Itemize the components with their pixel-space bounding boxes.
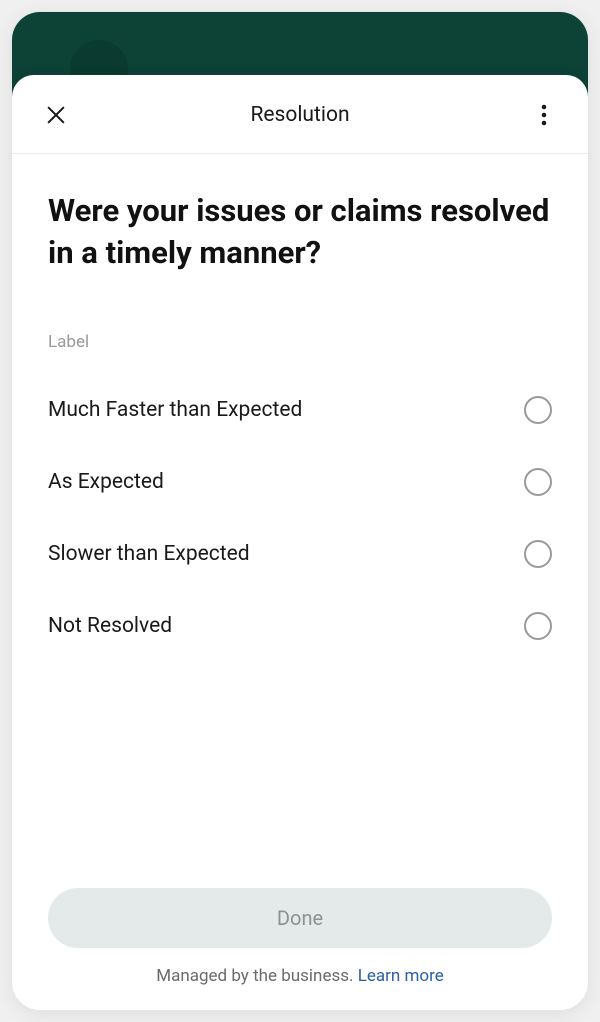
- managed-by-text: Managed by the business. Learn more: [48, 966, 552, 986]
- radio-icon: [524, 468, 552, 496]
- radio-icon: [524, 396, 552, 424]
- bottom-sheet: Resolution Were your issues or claims re…: [12, 75, 588, 1010]
- sheet-header: Resolution: [12, 75, 588, 154]
- radio-icon: [524, 540, 552, 568]
- option-slower[interactable]: Slower than Expected: [48, 518, 552, 590]
- question-heading: Were your issues or claims resolved in a…: [48, 190, 552, 274]
- managed-text: Managed by the business.: [156, 966, 357, 986]
- options-list: Much Faster than Expected As Expected Sl…: [48, 374, 552, 662]
- option-not-resolved[interactable]: Not Resolved: [48, 590, 552, 662]
- sheet-title: Resolution: [250, 103, 349, 127]
- option-label: Slower than Expected: [48, 542, 250, 566]
- more-button[interactable]: [528, 99, 560, 131]
- done-button[interactable]: Done: [48, 888, 552, 948]
- field-label: Label: [48, 332, 552, 352]
- radio-icon: [524, 612, 552, 640]
- option-label: Much Faster than Expected: [48, 398, 302, 422]
- option-label: As Expected: [48, 470, 164, 494]
- sheet-footer: Done Managed by the business. Learn more: [12, 870, 588, 1010]
- learn-more-link[interactable]: Learn more: [358, 966, 444, 986]
- option-as-expected[interactable]: As Expected: [48, 446, 552, 518]
- more-vertical-icon: [541, 104, 547, 126]
- device-frame: Resolution Were your issues or claims re…: [12, 12, 588, 1010]
- option-much-faster[interactable]: Much Faster than Expected: [48, 374, 552, 446]
- close-button[interactable]: [40, 99, 72, 131]
- option-label: Not Resolved: [48, 614, 172, 638]
- sheet-body: Were your issues or claims resolved in a…: [12, 154, 588, 870]
- close-icon: [45, 104, 67, 126]
